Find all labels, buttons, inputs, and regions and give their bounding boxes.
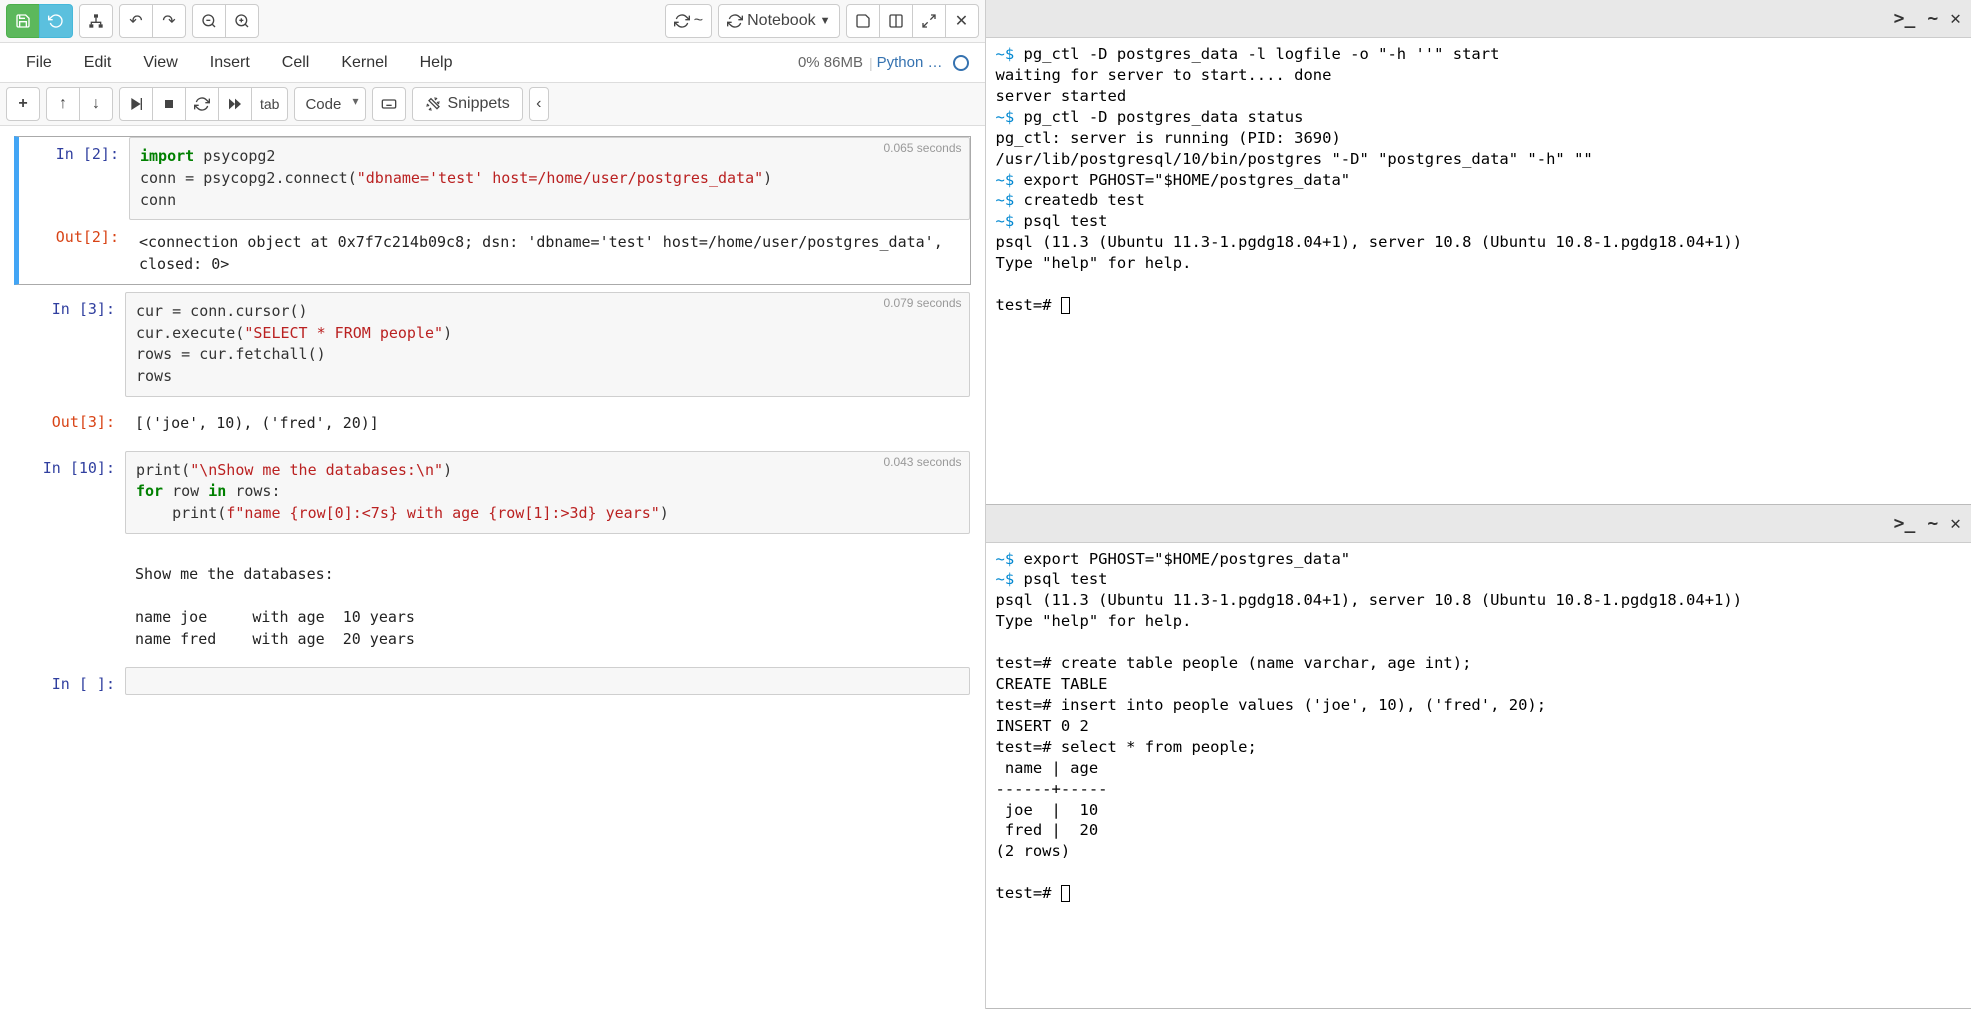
stop-button[interactable] xyxy=(152,87,186,121)
memory-status: 0% 86MB xyxy=(792,54,869,71)
terminal-icon[interactable]: >_ xyxy=(1894,513,1916,534)
move-up-button[interactable]: ↑ xyxy=(46,87,80,121)
menu-edit[interactable]: Edit xyxy=(68,46,128,80)
snippets-label: Snippets xyxy=(447,95,509,113)
move-down-button[interactable]: ↓ xyxy=(79,87,113,121)
cell-timing: 0.065 seconds xyxy=(883,141,961,155)
terminal-close-icon[interactable]: ✕ xyxy=(1950,8,1961,29)
terminal-panes: >_ ~ ✕ ~$ pg_ctl -D postgres_data -l log… xyxy=(986,0,1971,1009)
run-button[interactable] xyxy=(119,87,153,121)
cell-toolbar: + ↑ ↓ tab xyxy=(0,83,985,126)
code-input[interactable]: cur = conn.cursor() cur.execute("SELECT … xyxy=(125,292,970,397)
menu-kernel[interactable]: Kernel xyxy=(325,46,403,80)
close-button[interactable]: ✕ xyxy=(945,4,979,38)
menu-cell[interactable]: Cell xyxy=(266,46,326,80)
zoom-out-button[interactable] xyxy=(192,4,226,38)
tilde-label: ~ xyxy=(694,12,703,30)
notebook-area[interactable]: In [2]: 0.065 seconds import psycopg2 co… xyxy=(0,126,985,1009)
terminal-icon[interactable]: >_ xyxy=(1894,8,1916,29)
terminal-tilde[interactable]: ~ xyxy=(1927,8,1938,29)
terminal-pane-1: >_ ~ ✕ ~$ pg_ctl -D postgres_data -l log… xyxy=(986,0,1971,505)
cell-timing: 0.043 seconds xyxy=(883,455,961,469)
out-prompt: Out[2]: xyxy=(19,220,129,254)
code-cell[interactable]: In [2]: 0.065 seconds import psycopg2 co… xyxy=(14,136,971,285)
terminal-close-icon[interactable]: ✕ xyxy=(1950,513,1961,534)
code-cell[interactable]: In [10]: 0.043 seconds print("\nShow me … xyxy=(14,450,971,660)
menu-insert[interactable]: Insert xyxy=(194,46,266,80)
keyboard-button[interactable] xyxy=(372,87,406,121)
menu-bar: File Edit View Insert Cell Kernel Help 0… xyxy=(0,43,985,83)
terminal-header: >_ ~ ✕ xyxy=(986,505,1971,543)
menu-file[interactable]: File xyxy=(10,46,68,80)
menu-view[interactable]: View xyxy=(127,46,193,80)
in-prompt: In [10]: xyxy=(15,451,125,659)
menu-help[interactable]: Help xyxy=(404,46,469,80)
notebook-pane: ↶ ↷ ~ Notebook ▼ xyxy=(0,0,986,1009)
terminal-body[interactable]: ~$ pg_ctl -D postgres_data -l logfile -o… xyxy=(986,38,1971,504)
in-prompt: In [2]: xyxy=(19,137,129,284)
cell-output: [('joe', 10), ('fred', 20)] xyxy=(125,405,970,443)
insert-cell-button[interactable]: + xyxy=(6,87,40,121)
undo-button[interactable]: ↶ xyxy=(119,4,153,38)
sitemap-button[interactable] xyxy=(79,4,113,38)
code-cell[interactable]: In [3]: 0.079 seconds cur = conn.cursor(… xyxy=(14,291,971,398)
in-prompt: In [ ]: xyxy=(15,667,125,701)
code-input[interactable] xyxy=(125,667,970,695)
kernel-name[interactable]: Python … xyxy=(873,54,947,71)
redo-button[interactable]: ↷ xyxy=(152,4,186,38)
terminal-tilde[interactable]: ~ xyxy=(1927,513,1938,534)
notebook-dropdown-label: Notebook xyxy=(747,12,816,30)
code-input[interactable]: print("\nShow me the databases:\n") for … xyxy=(125,451,970,534)
restart-button[interactable] xyxy=(185,87,219,121)
code-cell[interactable]: In [ ]: xyxy=(14,666,971,702)
cell-timing: 0.079 seconds xyxy=(883,296,961,310)
chevron-down-icon: ▼ xyxy=(820,15,831,27)
cell-type-select[interactable]: Code xyxy=(294,87,366,121)
in-prompt: In [3]: xyxy=(15,292,125,397)
terminal-pane-2: >_ ~ ✕ ~$ export PGHOST="$HOME/postgres_… xyxy=(986,505,1971,1009)
split-view-button[interactable] xyxy=(879,4,913,38)
time-travel-button[interactable] xyxy=(39,4,73,38)
kernel-refresh-dropdown[interactable]: ~ xyxy=(665,4,712,38)
code-input[interactable]: import psycopg2 conn = psycopg2.connect(… xyxy=(129,137,970,220)
cell-output: <connection object at 0x7f7c214b09c8; ds… xyxy=(129,224,970,284)
fullscreen-button[interactable] xyxy=(912,4,946,38)
save-alt-button[interactable] xyxy=(846,4,880,38)
zoom-in-button[interactable] xyxy=(225,4,259,38)
save-button[interactable] xyxy=(6,4,40,38)
kernel-status-icon xyxy=(953,55,969,71)
output-row: Out[3]: [('joe', 10), ('fred', 20)] xyxy=(14,404,971,444)
out-prompt: Out[3]: xyxy=(15,405,125,443)
tab-button[interactable]: tab xyxy=(251,87,288,121)
snippets-button[interactable]: Snippets xyxy=(412,87,522,121)
terminal-header: >_ ~ ✕ xyxy=(986,0,1971,38)
top-toolbar: ↶ ↷ ~ Notebook ▼ xyxy=(0,0,985,43)
run-all-button[interactable] xyxy=(218,87,252,121)
overflow-button[interactable]: ‹ xyxy=(529,87,549,121)
cell-output: Show me the databases: name joe with age… xyxy=(125,534,970,659)
terminal-body[interactable]: ~$ export PGHOST="$HOME/postgres_data" ~… xyxy=(986,543,1971,1009)
notebook-dropdown[interactable]: Notebook ▼ xyxy=(718,4,839,38)
